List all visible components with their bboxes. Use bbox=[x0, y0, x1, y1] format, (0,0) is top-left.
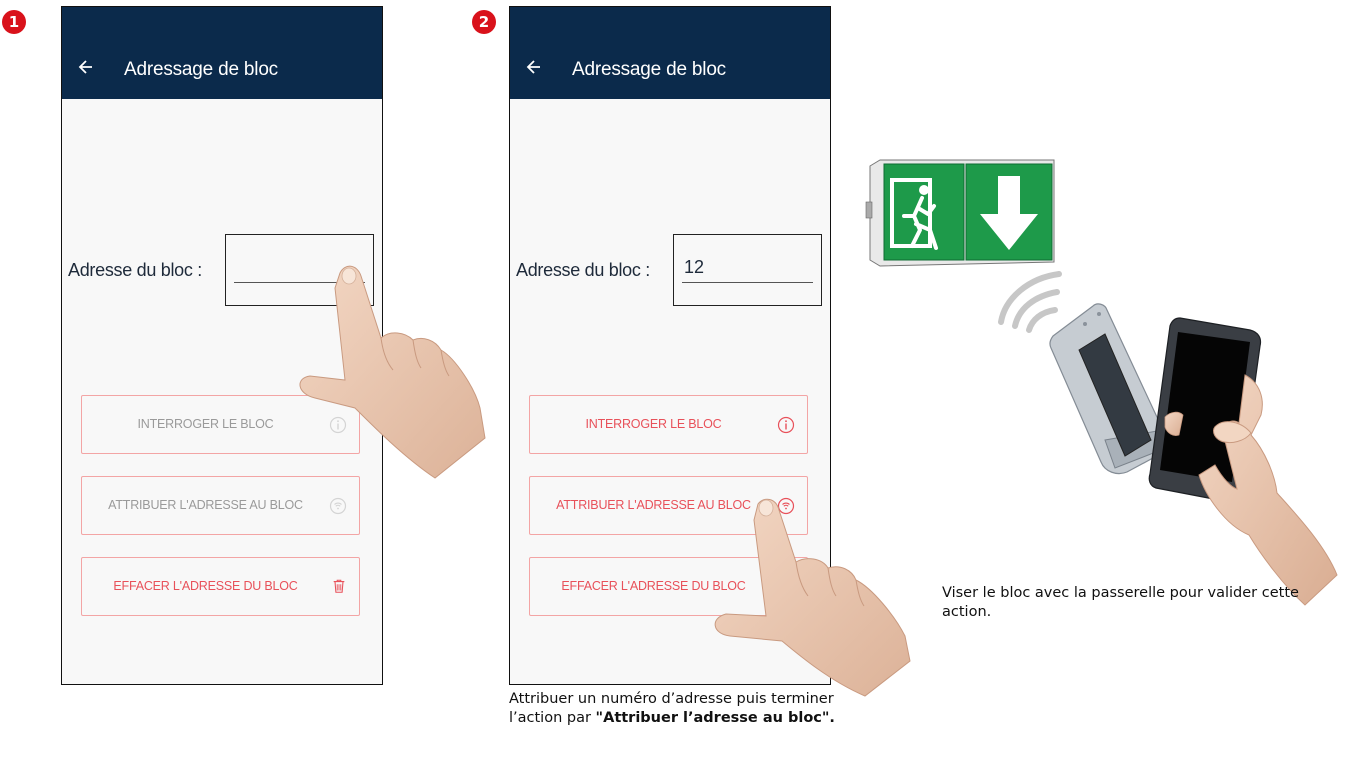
erase-address-label: EFFACER L'ADRESSE DU BLOC bbox=[113, 579, 298, 593]
back-arrow-icon[interactable] bbox=[524, 57, 544, 77]
assign-address-button[interactable]: ATTRIBUER L'ADRESSE AU BLOC bbox=[81, 476, 360, 535]
step-2-badge: 2 bbox=[472, 10, 496, 34]
pointing-hand-icon bbox=[299, 265, 486, 479]
exit-sign-icon bbox=[865, 159, 1055, 267]
app-header: Adressage de bloc bbox=[510, 7, 830, 99]
back-arrow-icon[interactable] bbox=[76, 57, 96, 77]
trash-icon bbox=[333, 579, 345, 593]
step-2-instruction-bold: "Attribuer l’adresse au bloc". bbox=[595, 710, 835, 726]
assign-address-label: ATTRIBUER L'ADRESSE AU BLOC bbox=[108, 498, 303, 512]
screen-title: Adressage de bloc bbox=[124, 59, 278, 80]
screen-title: Adressage de bloc bbox=[572, 59, 726, 80]
address-field-label: Adresse du bloc : bbox=[516, 260, 650, 280]
step-2-instruction: Attribuer un numéro d’adresse puis termi… bbox=[509, 690, 839, 728]
input-underline bbox=[682, 282, 813, 283]
pointing-hand-icon bbox=[714, 498, 911, 697]
info-icon bbox=[777, 416, 795, 434]
address-field-label: Adresse du bloc : bbox=[68, 260, 202, 280]
step-1-badge: 1 bbox=[2, 10, 26, 34]
app-header: Adressage de bloc bbox=[62, 7, 382, 99]
query-block-button[interactable]: INTERROGER LE BLOC bbox=[529, 395, 808, 454]
erase-address-button[interactable]: EFFACER L'ADRESSE DU BLOC bbox=[81, 557, 360, 616]
holding-hand-icon bbox=[1164, 374, 1338, 606]
query-block-label: INTERROGER LE BLOC bbox=[585, 417, 722, 431]
address-input[interactable]: 12 bbox=[673, 234, 822, 306]
gateway-instruction: Viser le bloc avec la passerelle pour va… bbox=[942, 585, 1299, 620]
wireless-icon bbox=[329, 497, 347, 515]
address-input-value: 12 bbox=[684, 257, 705, 277]
